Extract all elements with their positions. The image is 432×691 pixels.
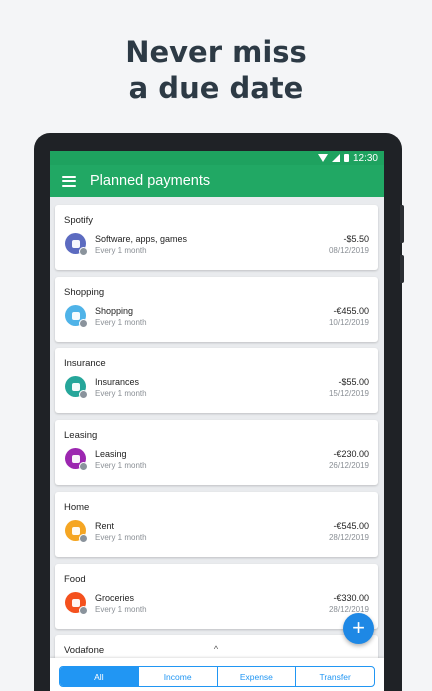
payment-group: Vodafone: [64, 645, 105, 656]
payment-amount: -$55.00: [338, 377, 369, 387]
chevron-up-icon[interactable]: ^: [192, 641, 240, 659]
payment-card-spotify[interactable]: Spotify Software, apps, games Every 1 mo…: [55, 205, 378, 270]
payment-date: 28/12/2019: [328, 605, 369, 614]
app-bar: Planned payments: [50, 165, 384, 197]
filter-bar: All Income Expense Transfer: [50, 658, 384, 691]
status-time: 12:30: [352, 152, 378, 164]
menu-icon[interactable]: [62, 175, 76, 187]
shopping-bag-icon: [65, 305, 88, 328]
tab-all[interactable]: All: [60, 667, 138, 686]
payment-amount: -$5.50: [343, 234, 369, 244]
app-store-icon: [65, 233, 88, 256]
payment-group: Home: [64, 502, 90, 513]
power-button: [400, 255, 404, 283]
payment-category: Shopping: [95, 306, 134, 316]
payment-date: 15/12/2019: [328, 389, 369, 398]
payment-card-leasing[interactable]: Leasing Leasing Every 1 month -€230.00 2…: [55, 420, 378, 485]
groceries-icon: [65, 592, 88, 615]
payment-card-home[interactable]: Home Rent Every 1 month -€545.00 28/12/2…: [55, 492, 378, 557]
recurring-badge-icon: [79, 462, 88, 471]
app-screen: 12:30 Planned payments Spotify Software,…: [50, 151, 384, 691]
payment-group: Insurance: [64, 358, 106, 369]
page-title: Planned payments: [90, 173, 211, 189]
car-icon: [65, 448, 88, 471]
payment-group: Shopping: [64, 287, 105, 298]
battery-icon: [343, 154, 349, 162]
payment-card-shopping[interactable]: Shopping Shopping Every 1 month -€455.00…: [55, 277, 378, 342]
payment-date: 10/12/2019: [328, 318, 369, 327]
insurance-card-icon: [65, 376, 88, 399]
status-bar: 12:30: [50, 151, 384, 165]
headline-line-2: a due date: [128, 71, 304, 105]
tab-transfer[interactable]: Transfer: [295, 667, 374, 686]
payment-category: Software, apps, games: [95, 234, 188, 244]
key-icon: [65, 520, 88, 543]
payment-group: Food: [64, 574, 86, 585]
payment-frequency: Every 1 month: [95, 533, 147, 542]
payment-card-insurance[interactable]: Insurance Insurances Every 1 month -$55.…: [55, 348, 378, 413]
payment-frequency: Every 1 month: [95, 461, 147, 470]
signal-icon: [331, 154, 340, 162]
payment-amount: -€545.00: [333, 521, 369, 531]
payment-category: Rent: [95, 521, 115, 531]
wifi-icon: [317, 154, 328, 162]
payment-amount: -€330.00: [333, 593, 369, 603]
payment-frequency: Every 1 month: [95, 605, 147, 614]
recurring-badge-icon: [79, 534, 88, 543]
recurring-badge-icon: [79, 390, 88, 399]
payment-card-food[interactable]: Food Groceries Every 1 month -€330.00 28…: [55, 564, 378, 629]
headline: Never miss a due date: [0, 34, 432, 106]
payment-frequency: Every 1 month: [95, 318, 147, 327]
recurring-badge-icon: [79, 247, 88, 256]
recurring-badge-icon: [79, 606, 88, 615]
payment-category: Insurances: [95, 377, 140, 387]
payment-category: Groceries: [95, 593, 135, 603]
payment-amount: -€230.00: [333, 449, 369, 459]
payment-group: Leasing: [64, 430, 98, 441]
volume-button: [400, 205, 404, 243]
payment-frequency: Every 1 month: [95, 389, 147, 398]
payment-date: 28/12/2019: [328, 533, 369, 542]
filter-tabs: All Income Expense Transfer: [59, 666, 375, 687]
recurring-badge-icon: [79, 319, 88, 328]
payment-category: Leasing: [95, 449, 127, 459]
payment-date: 26/12/2019: [328, 461, 369, 470]
add-payment-button[interactable]: +: [343, 613, 374, 644]
headline-line-1: Never miss: [125, 35, 307, 69]
payment-group: Spotify: [64, 215, 94, 226]
payment-amount: -€455.00: [333, 306, 369, 316]
payment-date: 08/12/2019: [328, 246, 369, 255]
tab-income[interactable]: Income: [137, 667, 217, 686]
payment-frequency: Every 1 month: [95, 246, 147, 255]
tab-expense[interactable]: Expense: [216, 667, 296, 686]
